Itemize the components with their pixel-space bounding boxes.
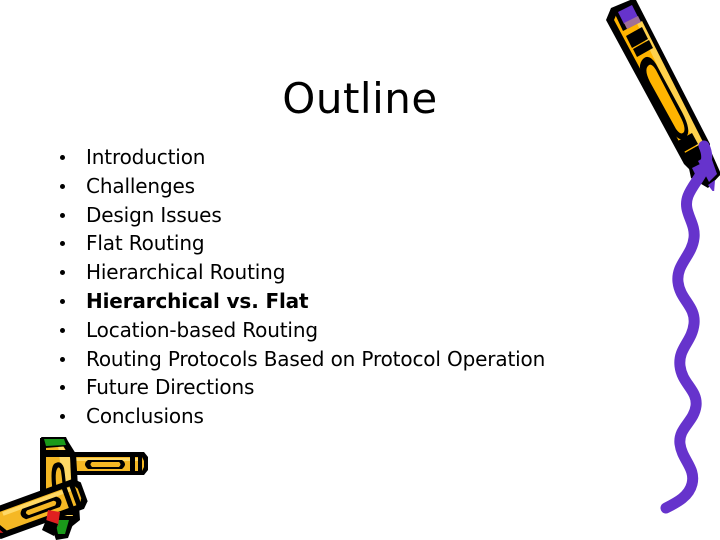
list-item: Hierarchical vs. Flat [52,287,652,316]
bullet-dot-icon [60,356,65,362]
outline-bullet-list: Introduction Challenges Design Issues Fl… [52,143,652,431]
list-item-label: Challenges [86,173,195,198]
list-item: Hierarchical Routing [52,258,652,287]
bullet-dot-icon [60,183,65,189]
list-item-label: Future Directions [86,375,255,400]
bullet-dot-icon [60,241,65,247]
list-item-label: Hierarchical vs. Flat [86,288,309,313]
bullet-dot-icon [60,298,65,304]
list-item-label: Routing Protocols Based on Protocol Oper… [86,346,546,371]
bullet-dot-icon [60,414,65,420]
bullet-dot-icon [60,212,65,218]
list-item: Introduction [52,143,652,172]
slide-canvas: Outline Introduction Challenges Design I… [0,0,720,540]
bullet-dot-icon [60,270,65,276]
crayon-cluster-icon [0,424,161,540]
list-item: Flat Routing [52,229,652,258]
list-item: Conclusions [52,402,652,431]
list-item-label: Location-based Routing [86,317,318,342]
list-item: Design Issues [52,201,652,230]
list-item: Routing Protocols Based on Protocol Oper… [52,345,652,374]
page-title: Outline [282,74,438,123]
list-item-label: Hierarchical Routing [86,260,286,285]
list-item-label: Conclusions [86,404,204,429]
list-item-label: Introduction [86,145,206,169]
bullet-dot-icon [60,385,65,391]
bullet-dot-icon [60,327,65,333]
list-item: Future Directions [52,373,652,402]
list-item: Challenges [52,172,652,201]
list-item-label: Design Issues [86,202,222,227]
list-item: Location-based Routing [52,316,652,345]
list-item-label: Flat Routing [86,231,205,256]
bullet-dot-icon [60,155,65,160]
